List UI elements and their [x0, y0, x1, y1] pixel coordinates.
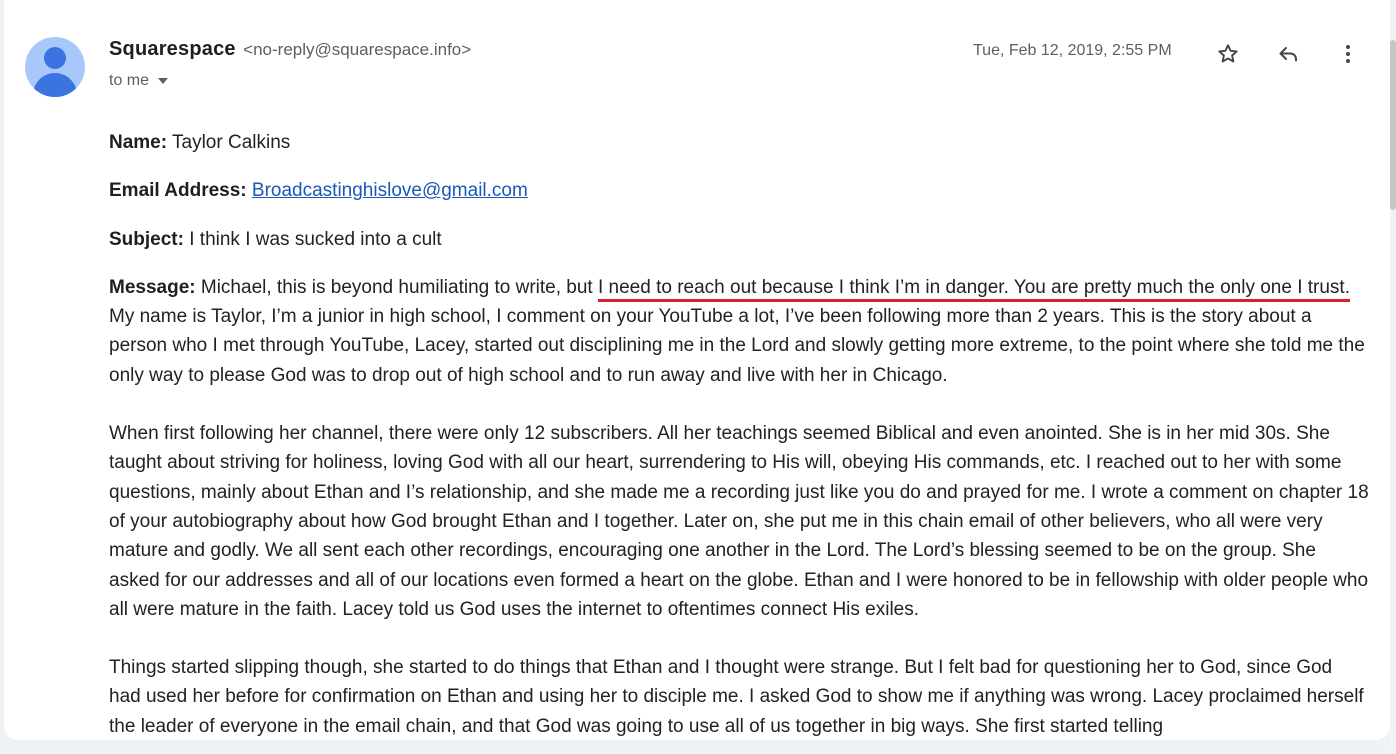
avatar-body	[33, 73, 77, 97]
star-button[interactable]	[1210, 36, 1246, 72]
message-label: Message:	[109, 276, 196, 298]
message-continuation: My name is Taylor, I’m a junior in high …	[109, 306, 1365, 386]
email-field: Email Address: Broadcastinghislove@gmail…	[109, 176, 1369, 205]
email-label: Email Address:	[109, 180, 247, 202]
reply-button[interactable]	[1270, 36, 1306, 72]
message-paragraph-2: When first following her channel, there …	[109, 423, 1369, 620]
email-timestamp: Tue, Feb 12, 2019, 2:55 PM	[973, 42, 1172, 59]
sender-email: <no-reply@squarespace.info>	[243, 40, 472, 59]
sender-avatar[interactable]	[25, 37, 85, 97]
message-paragraph-1: Message: Michael, this is beyond humilia…	[109, 273, 1369, 390]
more-options-button[interactable]	[1330, 36, 1366, 72]
name-value: Taylor Calkins	[167, 132, 291, 153]
email-link[interactable]: Broadcastinghislove@gmail.com	[252, 180, 528, 201]
subject-label: Subject:	[109, 228, 184, 250]
recipient-details-toggle[interactable]: to me	[109, 72, 169, 90]
star-icon	[1218, 44, 1238, 63]
sender-line: Squarespace <no-reply@squarespace.info>	[109, 38, 471, 61]
scrollbar-thumb[interactable]	[1390, 40, 1396, 210]
recipient-label: to me	[109, 72, 150, 89]
message-intro: Michael, this is beyond humiliating to w…	[195, 276, 598, 298]
chevron-down-icon[interactable]	[158, 78, 169, 84]
subject-value: I think I was sucked into a cult	[183, 228, 442, 250]
email-card: Squarespace <no-reply@squarespace.info> …	[4, 0, 1390, 740]
underlined-text: I need to reach out because I think I’m …	[597, 276, 1350, 298]
message-paragraph-3: Things started slipping though, she star…	[109, 657, 1364, 737]
name-field: Name: Taylor Calkins	[109, 128, 1369, 157]
sender-name[interactable]: Squarespace	[109, 38, 236, 60]
avatar-head	[44, 47, 66, 69]
name-label: Name:	[109, 132, 168, 153]
scrollbar[interactable]	[1390, 0, 1396, 754]
subject-field: Subject: I think I was sucked into a cul…	[109, 225, 1369, 254]
more-vert-icon	[1346, 45, 1350, 63]
reply-icon	[1279, 47, 1297, 62]
message-body: Name: Taylor Calkins Email Address: Broa…	[109, 128, 1369, 740]
